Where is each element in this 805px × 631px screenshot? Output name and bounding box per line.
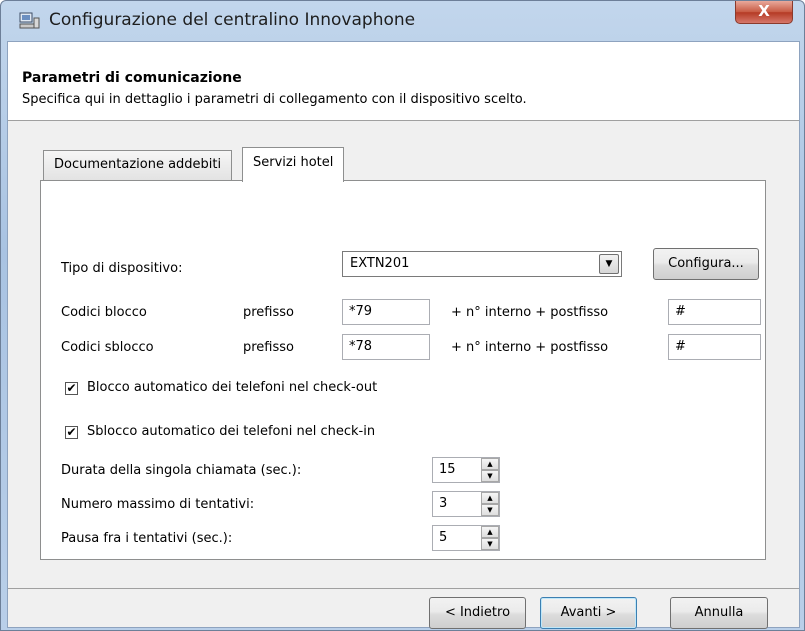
max-attempts-spinner[interactable]: 3 ▲ ▼ xyxy=(432,491,500,517)
tab-documentazione-addebiti[interactable]: Documentazione addebiti xyxy=(43,150,233,180)
block-suffix-input[interactable]: # xyxy=(668,299,761,325)
call-duration-label: Durata della singola chiamata (sec.): xyxy=(61,463,302,478)
wizard-header: Parametri di comunicazione Specifica qui… xyxy=(8,42,799,121)
dialog-client-area: Parametri di comunicazione Specifica qui… xyxy=(7,41,800,629)
checkmark-icon: ✔ xyxy=(66,381,77,395)
auto-block-label[interactable]: Blocco automatico dei telefoni nel check… xyxy=(87,380,377,395)
close-button[interactable]: X xyxy=(735,1,793,24)
block-prefix-input[interactable]: *79 xyxy=(342,299,430,325)
tab-panel-servizi-hotel: Tipo di dispositivo: EXTN201 ▼ Configura… xyxy=(40,180,766,560)
back-label: < Indietro xyxy=(444,605,511,620)
header-title: Parametri di comunicazione xyxy=(22,70,242,86)
back-button[interactable]: < Indietro xyxy=(429,597,526,629)
call-duration-value: 15 xyxy=(439,462,456,477)
block-suffix-value: # xyxy=(675,304,686,319)
auto-unblock-label[interactable]: Sblocco automatico dei telefoni nel chec… xyxy=(87,424,375,439)
device-type-select[interactable]: EXTN201 ▼ xyxy=(342,251,622,277)
configure-label: Configura... xyxy=(668,256,744,271)
footer-divider xyxy=(8,588,799,589)
block-codes-label: Codici blocco xyxy=(61,305,147,320)
auto-block-checkbox[interactable]: ✔ xyxy=(65,382,78,395)
checkmark-icon: ✔ xyxy=(66,425,77,439)
cancel-label: Annulla xyxy=(694,605,744,620)
spin-down-icon[interactable]: ▼ xyxy=(481,538,499,550)
unblock-suffix-value: # xyxy=(675,339,686,354)
spin-up-icon[interactable]: ▲ xyxy=(481,492,499,504)
unblock-prefix-input[interactable]: *78 xyxy=(342,334,430,360)
spin-up-icon[interactable]: ▲ xyxy=(481,458,499,470)
unblock-codes-label: Codici sblocco xyxy=(61,340,154,355)
close-icon: X xyxy=(758,2,770,20)
block-middle-label: + n° interno + postfisso xyxy=(451,305,609,320)
chevron-down-icon[interactable]: ▼ xyxy=(599,254,619,274)
tab-label: Servizi hotel xyxy=(253,155,334,170)
window-title: Configurazione del centralino Innovaphon… xyxy=(49,10,416,30)
spin-down-icon[interactable]: ▼ xyxy=(481,470,499,482)
spin-up-icon[interactable]: ▲ xyxy=(481,526,499,538)
max-attempts-label: Numero massimo di tentativi: xyxy=(61,497,255,512)
block-prefix-value: *79 xyxy=(349,304,373,319)
pause-spinner[interactable]: 5 ▲ ▼ xyxy=(432,525,500,551)
device-type-label: Tipo di dispositivo: xyxy=(61,261,183,276)
unblock-prefix-label: prefisso xyxy=(243,340,294,355)
header-description: Specifica qui in dettaglio i parametri d… xyxy=(22,92,527,107)
auto-unblock-checkbox[interactable]: ✔ xyxy=(65,426,78,439)
pause-value: 5 xyxy=(439,530,448,545)
unblock-middle-label: + n° interno + postfisso xyxy=(451,340,609,355)
unblock-suffix-input[interactable]: # xyxy=(668,334,761,360)
device-type-value: EXTN201 xyxy=(350,256,410,271)
max-attempts-value: 3 xyxy=(439,496,448,511)
block-prefix-label: prefisso xyxy=(243,305,294,320)
unblock-prefix-value: *78 xyxy=(349,339,373,354)
cancel-button[interactable]: Annulla xyxy=(670,597,768,629)
tab-servizi-hotel[interactable]: Servizi hotel xyxy=(242,147,345,182)
next-button[interactable]: Avanti > xyxy=(540,597,637,629)
pause-label: Pausa fra i tentativi (sec.): xyxy=(61,531,233,546)
spin-down-icon[interactable]: ▼ xyxy=(481,504,499,516)
configure-button[interactable]: Configura... xyxy=(653,248,759,280)
tab-label: Documentazione addebiti xyxy=(54,157,222,172)
wizard-window: Configurazione del centralino Innovaphon… xyxy=(0,0,805,631)
next-label: Avanti > xyxy=(560,605,617,620)
computer-icon xyxy=(19,12,40,29)
title-bar[interactable]: Configurazione del centralino Innovaphon… xyxy=(1,1,804,41)
call-duration-spinner[interactable]: 15 ▲ ▼ xyxy=(432,457,500,483)
